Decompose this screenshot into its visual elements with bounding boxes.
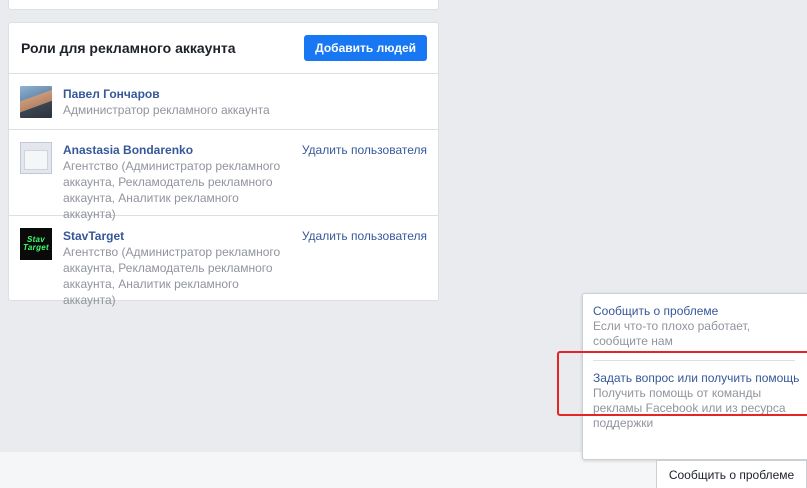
page-placeholder-icon[interactable]	[20, 142, 52, 174]
remove-user-link[interactable]: Удалить пользователя	[302, 142, 427, 158]
popup-item-title[interactable]: Сообщить о проблеме	[593, 304, 803, 319]
popup-item-description: Получить помощь от команды рекламы Faceb…	[593, 386, 786, 430]
person-row: Павел Гончаров Администратор рекламного …	[9, 74, 438, 130]
ad-account-roles-card: Роли для рекламного аккаунта Добавить лю…	[8, 22, 439, 307]
ask-question-item[interactable]: Задать вопрос или получить помощь Получи…	[593, 371, 803, 431]
report-problem-tab[interactable]: Сообщить о проблеме	[656, 460, 807, 488]
popup-divider	[593, 360, 795, 361]
report-problem-item[interactable]: Сообщить о проблеме Если что-то плохо ра…	[593, 304, 803, 349]
popup-item-title[interactable]: Задать вопрос или получить помощь	[593, 371, 803, 386]
card-title: Роли для рекламного аккаунта	[21, 40, 236, 56]
person-role: Агентство (Администратор рекламного акка…	[63, 159, 281, 221]
person-row: Anastasia Bondarenko Агентство (Админист…	[9, 130, 438, 221]
previous-card	[8, 0, 439, 10]
add-people-button[interactable]: Добавить людей	[304, 35, 427, 61]
help-menu-popup: Сообщить о проблеме Если что-то плохо ра…	[582, 293, 807, 460]
popup-item-description: Если что-то плохо работает, сообщите нам	[593, 319, 751, 348]
stavtarget-logo[interactable]: Stav Target	[20, 228, 52, 260]
person-role: Администратор рекламного аккаунта	[63, 103, 270, 117]
remove-user-link[interactable]: Удалить пользователя	[302, 228, 427, 244]
person-role: Агентство (Администратор рекламного акка…	[63, 245, 281, 307]
user-avatar[interactable]	[20, 86, 52, 118]
card-header: Роли для рекламного аккаунта Добавить лю…	[9, 23, 438, 74]
person-row: Stav Target StavTarget Агентство (Админи…	[9, 216, 438, 307]
person-name[interactable]: Павел Гончаров	[63, 86, 427, 102]
